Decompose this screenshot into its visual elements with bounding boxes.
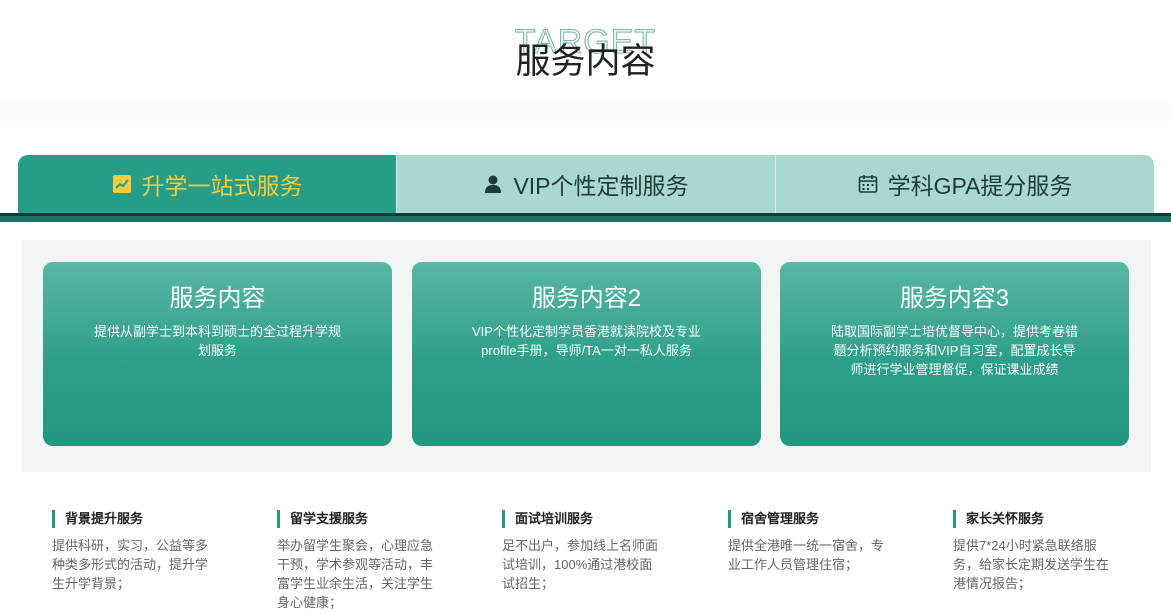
service-card[interactable]: 服务内容3 陆取国际副学士培优督导中心，提供考卷错题分析预约服务和VIP自习室，… [780, 262, 1129, 446]
card-description: 提供从副学士到本科到硕士的全过程升学规划服务 [93, 324, 341, 358]
feature-item: 留学支援服务 举办留学生聚会，心理应急干预，学术参观等活动，丰富学生业余生活，关… [277, 510, 442, 612]
service-content-panel: 服务内容 提供从副学士到本科到硕士的全过程升学规划服务 服务内容2 VIP个性化… [21, 240, 1151, 472]
feature-item: 家长关怀服务 提供7*24小时紧急联络服务，给家长定期发送学生在港情况报告； [953, 510, 1118, 593]
tab-label: 学科GPA提分服务 [887, 173, 1073, 199]
card-title: 服务内容 [169, 285, 266, 312]
feature-title: 家长关怀服务 [953, 510, 1118, 528]
tab-vip-service[interactable]: VIP个性定制服务 [396, 155, 775, 213]
feature-title: 宿舍管理服务 [728, 510, 893, 528]
tab-admission-service[interactable]: 升学一站式服务 [18, 155, 396, 213]
trend-chart-icon [112, 174, 132, 194]
user-icon [483, 174, 503, 194]
tab-underline-shadow [0, 213, 1171, 216]
feature-description: 提供7*24小时紧急联络服务，给家长定期发送学生在港情况报告； [953, 538, 1110, 591]
feature-item: 宿舍管理服务 提供全港唯一统一宿舍，专业工作人员管理住宿； [728, 510, 893, 574]
card-description: VIP个性化定制学员香港就读院校及专业profile手册，导师/TA一对一私人服… [472, 324, 701, 358]
service-card[interactable]: 服务内容 提供从副学士到本科到硕士的全过程升学规划服务 [43, 262, 392, 446]
feature-item: 面试培训服务 足不出户，参加线上名师面试培训，100%通过港校面试招生； [502, 510, 667, 593]
feature-title: 背景提升服务 [52, 510, 217, 528]
card-title: 服务内容3 [899, 285, 1010, 312]
card-description: 陆取国际副学士培优督导中心，提供考卷错题分析预约服务和VIP自习室，配置成长导师… [830, 324, 1078, 377]
feature-title: 面试培训服务 [502, 510, 667, 528]
card-title: 服务内容2 [531, 285, 642, 312]
section-header: TARGET 服务内容 [0, 0, 1171, 122]
feature-description: 提供科研，实习，公益等多种类多形式的活动，提升学生升学背景； [52, 538, 209, 591]
tab-label: 升学一站式服务 [141, 173, 303, 199]
feature-list: 背景提升服务 提供科研，实习，公益等多种类多形式的活动，提升学生升学背景； 留学… [52, 510, 1167, 610]
service-card[interactable]: 服务内容2 VIP个性化定制学员香港就读院校及专业profile手册，导师/TA… [412, 262, 761, 446]
feature-description: 提供全港唯一统一宿舍，专业工作人员管理住宿； [728, 538, 885, 572]
page-title: 服务内容 [515, 42, 656, 81]
feature-item: 背景提升服务 提供科研，实习，公益等多种类多形式的活动，提升学生升学背景； [52, 510, 217, 593]
feature-description: 足不出户，参加线上名师面试培训，100%通过港校面试招生； [502, 538, 659, 591]
calendar-icon [858, 174, 878, 194]
feature-description: 举办留学生聚会，心理应急干预，学术参观等活动，丰富学生业余生活，关注学生身心健康… [277, 538, 434, 610]
tab-gpa-service[interactable]: 学科GPA提分服务 [775, 155, 1154, 213]
feature-title: 留学支援服务 [277, 510, 442, 528]
tab-label: VIP个性定制服务 [513, 173, 689, 199]
header-band [0, 100, 1171, 122]
service-tabs: 升学一站式服务 VIP个性定制服务 学科GPA提分服务 [18, 155, 1154, 213]
